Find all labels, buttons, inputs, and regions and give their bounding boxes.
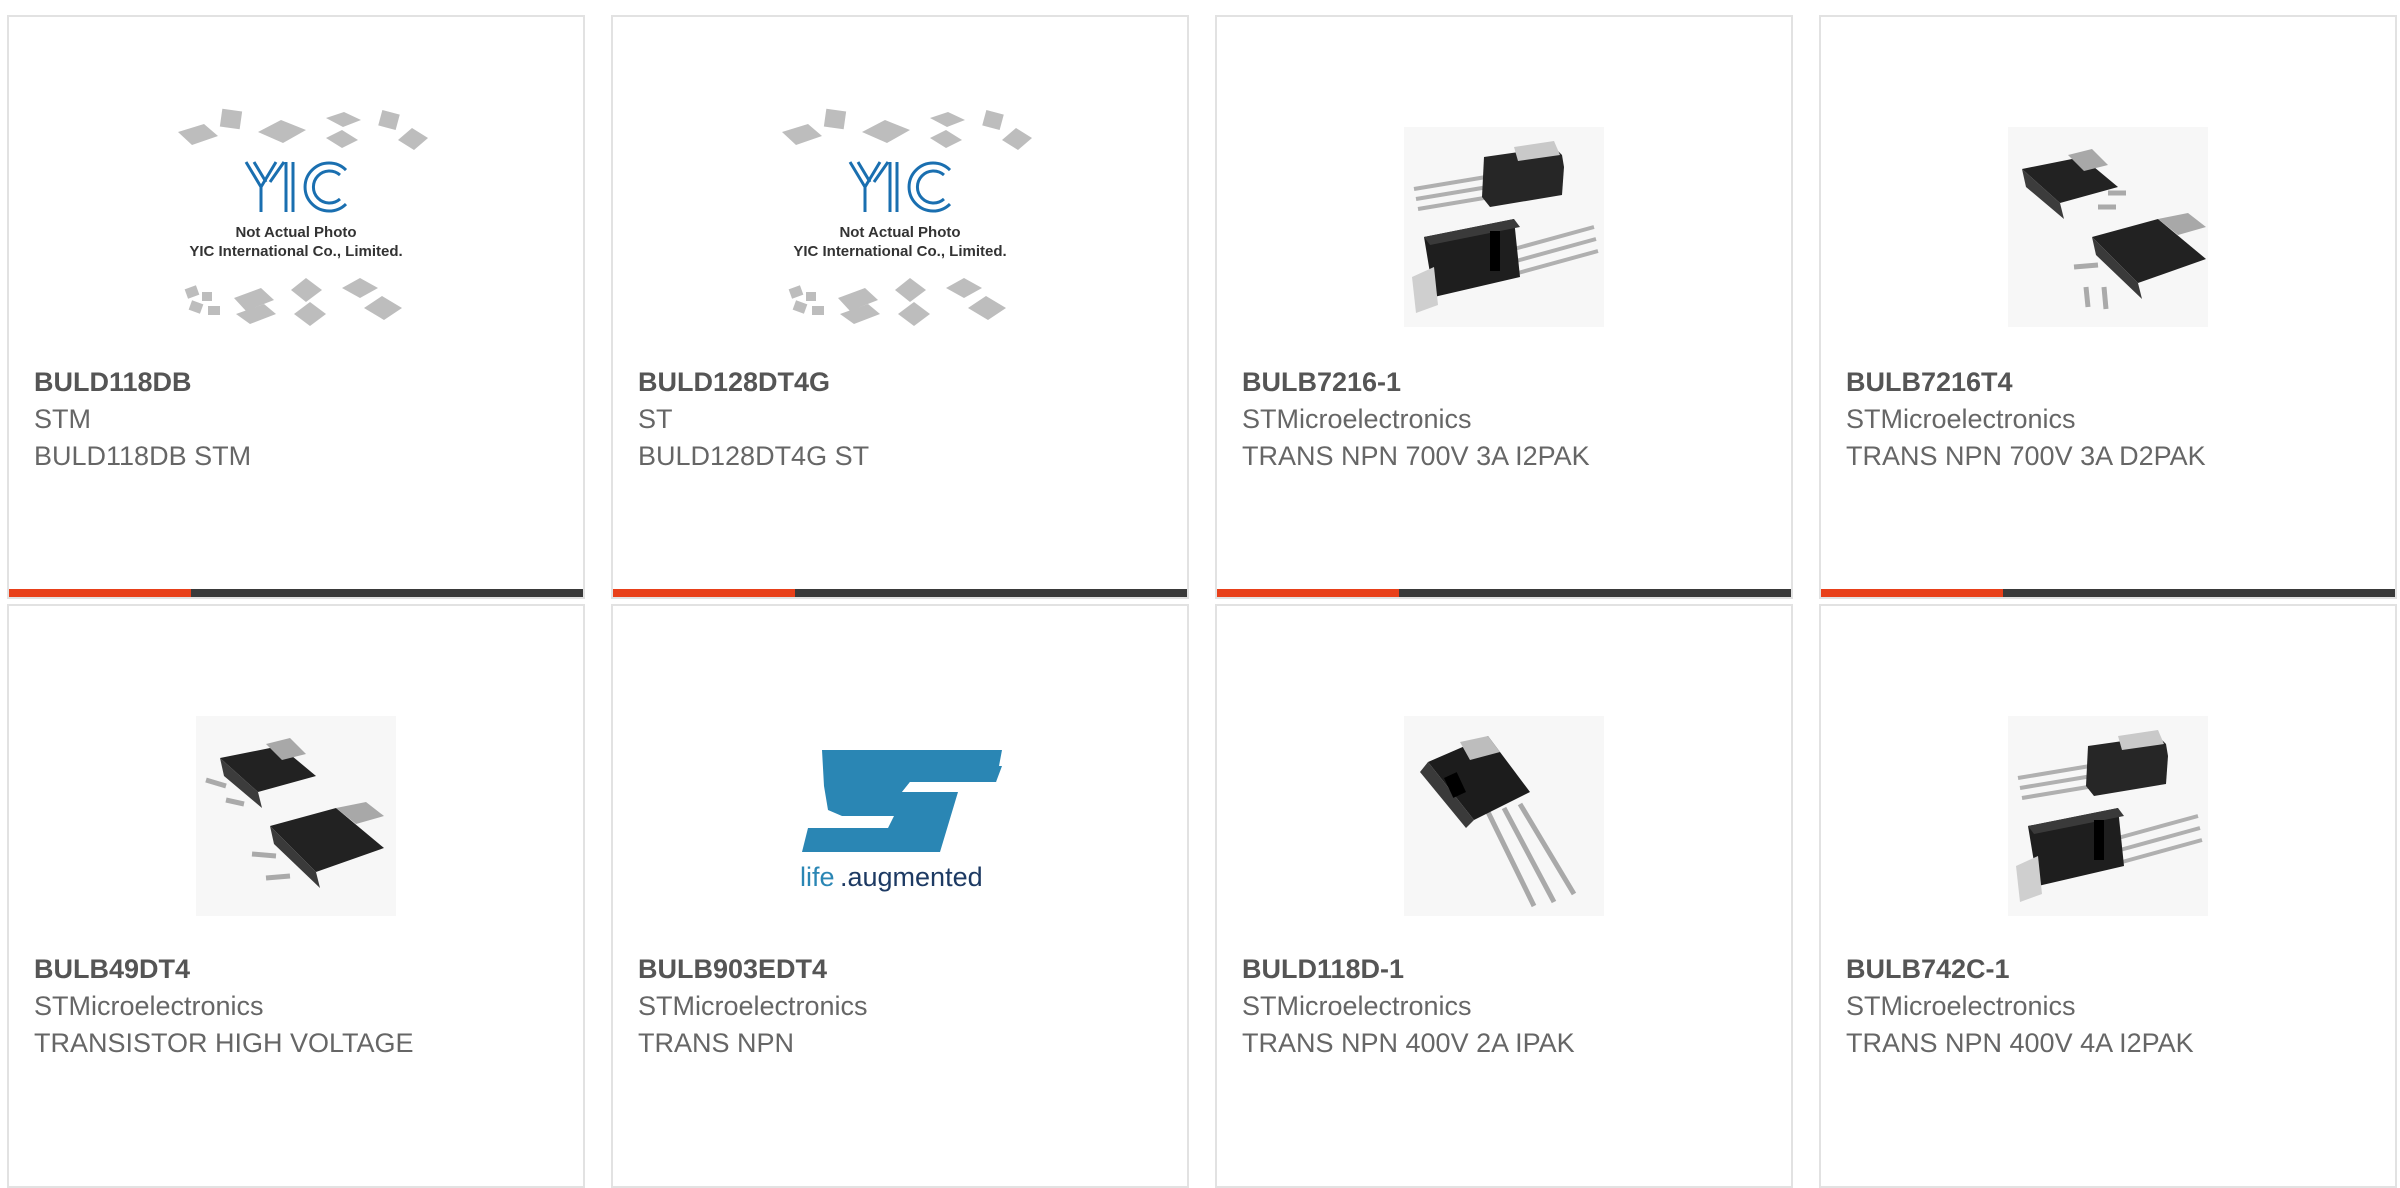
manufacturer: STMicroelectronics xyxy=(1846,404,2076,434)
manufacturer: STMicroelectronics xyxy=(1242,991,1472,1021)
manufacturer: ST xyxy=(638,404,673,434)
product-image xyxy=(1217,87,1791,367)
part-number[interactable]: BULB7216T4 xyxy=(1846,364,2375,401)
description: TRANS NPN 700V 3A I2PAK xyxy=(1242,441,1590,471)
description: BULD128DT4G ST xyxy=(638,441,870,471)
product-image: life .augmented xyxy=(613,676,1187,956)
svg-text:YIC International Co., Limited: YIC International Co., Limited. xyxy=(793,243,1006,260)
i2pak-package-icon xyxy=(2008,716,2208,916)
manufacturer: STMicroelectronics xyxy=(1846,991,2076,1021)
description: TRANS NPN xyxy=(638,1028,795,1058)
card-accent-bar xyxy=(1217,589,1399,597)
part-number[interactable]: BULB49DT4 xyxy=(34,951,563,988)
svg-text:life: life xyxy=(800,862,835,892)
d2pak-package-icon xyxy=(2008,127,2208,327)
product-card[interactable]: Not Actual Photo YIC International Co., … xyxy=(611,15,1189,599)
product-grid: Not Actual Photo YIC International Co., … xyxy=(0,0,2400,1188)
product-image xyxy=(9,676,583,956)
description: BULD118DB STM xyxy=(34,441,252,471)
product-card[interactable]: BULB7216-1 STMicroelectronics TRANS NPN … xyxy=(1215,15,1793,599)
i2pak-package-icon xyxy=(1404,127,1604,327)
description: TRANS NPN 400V 2A IPAK xyxy=(1242,1028,1575,1058)
part-number[interactable]: BULD128DT4G xyxy=(638,364,1167,401)
ipak-package-icon xyxy=(1404,716,1604,916)
product-image: Not Actual Photo YIC International Co., … xyxy=(9,87,583,367)
product-image: Not Actual Photo YIC International Co., … xyxy=(613,87,1187,367)
product-image xyxy=(1821,87,2395,367)
card-accent-bar xyxy=(9,589,191,597)
product-card[interactable]: BULB49DT4 STMicroelectronics TRANSISTOR … xyxy=(7,604,585,1188)
manufacturer: STM xyxy=(34,404,91,434)
d2pak-package-icon xyxy=(196,716,396,916)
st-logo-icon: life .augmented xyxy=(800,750,1002,892)
product-image xyxy=(1217,676,1791,956)
description: TRANS NPN 700V 3A D2PAK xyxy=(1846,441,2206,471)
svg-text:YIC International Co., Limited: YIC International Co., Limited. xyxy=(189,243,402,260)
part-number[interactable]: BULB742C-1 xyxy=(1846,951,2375,988)
card-bottom-bar xyxy=(1217,589,1791,597)
card-accent-bar xyxy=(613,589,795,597)
description: TRANSISTOR HIGH VOLTAGE xyxy=(34,1028,414,1058)
part-number[interactable]: BULD118D-1 xyxy=(1242,951,1771,988)
card-bottom-bar xyxy=(613,589,1187,597)
part-number[interactable]: BULB7216-1 xyxy=(1242,364,1771,401)
placeholder-photo-icon: Not Actual Photo YIC International Co., … xyxy=(178,108,428,326)
svg-text:Not Actual Photo: Not Actual Photo xyxy=(839,224,960,241)
product-image xyxy=(1821,676,2395,956)
product-card[interactable]: BULD118D-1 STMicroelectronics TRANS NPN … xyxy=(1215,604,1793,1188)
svg-text:.augmented: .augmented xyxy=(840,862,983,892)
product-card[interactable]: BULB742C-1 STMicroelectronics TRANS NPN … xyxy=(1819,604,2397,1188)
manufacturer: STMicroelectronics xyxy=(34,991,264,1021)
card-bottom-bar xyxy=(1821,589,2395,597)
manufacturer: STMicroelectronics xyxy=(1242,404,1472,434)
part-number[interactable]: BULD118DB xyxy=(34,364,563,401)
svg-text:Not Actual Photo: Not Actual Photo xyxy=(235,224,356,241)
card-accent-bar xyxy=(1821,589,2003,597)
product-card[interactable]: Not Actual Photo YIC International Co., … xyxy=(7,15,585,599)
card-bottom-bar xyxy=(9,589,583,597)
placeholder-photo-icon: Not Actual Photo YIC International Co., … xyxy=(782,108,1032,326)
product-card[interactable]: BULB7216T4 STMicroelectronics TRANS NPN … xyxy=(1819,15,2397,599)
part-number[interactable]: BULB903EDT4 xyxy=(638,951,1167,988)
product-card[interactable]: life .augmented BULB903EDT4 STMicroelect… xyxy=(611,604,1189,1188)
description: TRANS NPN 400V 4A I2PAK xyxy=(1846,1028,2194,1058)
manufacturer: STMicroelectronics xyxy=(638,991,868,1021)
